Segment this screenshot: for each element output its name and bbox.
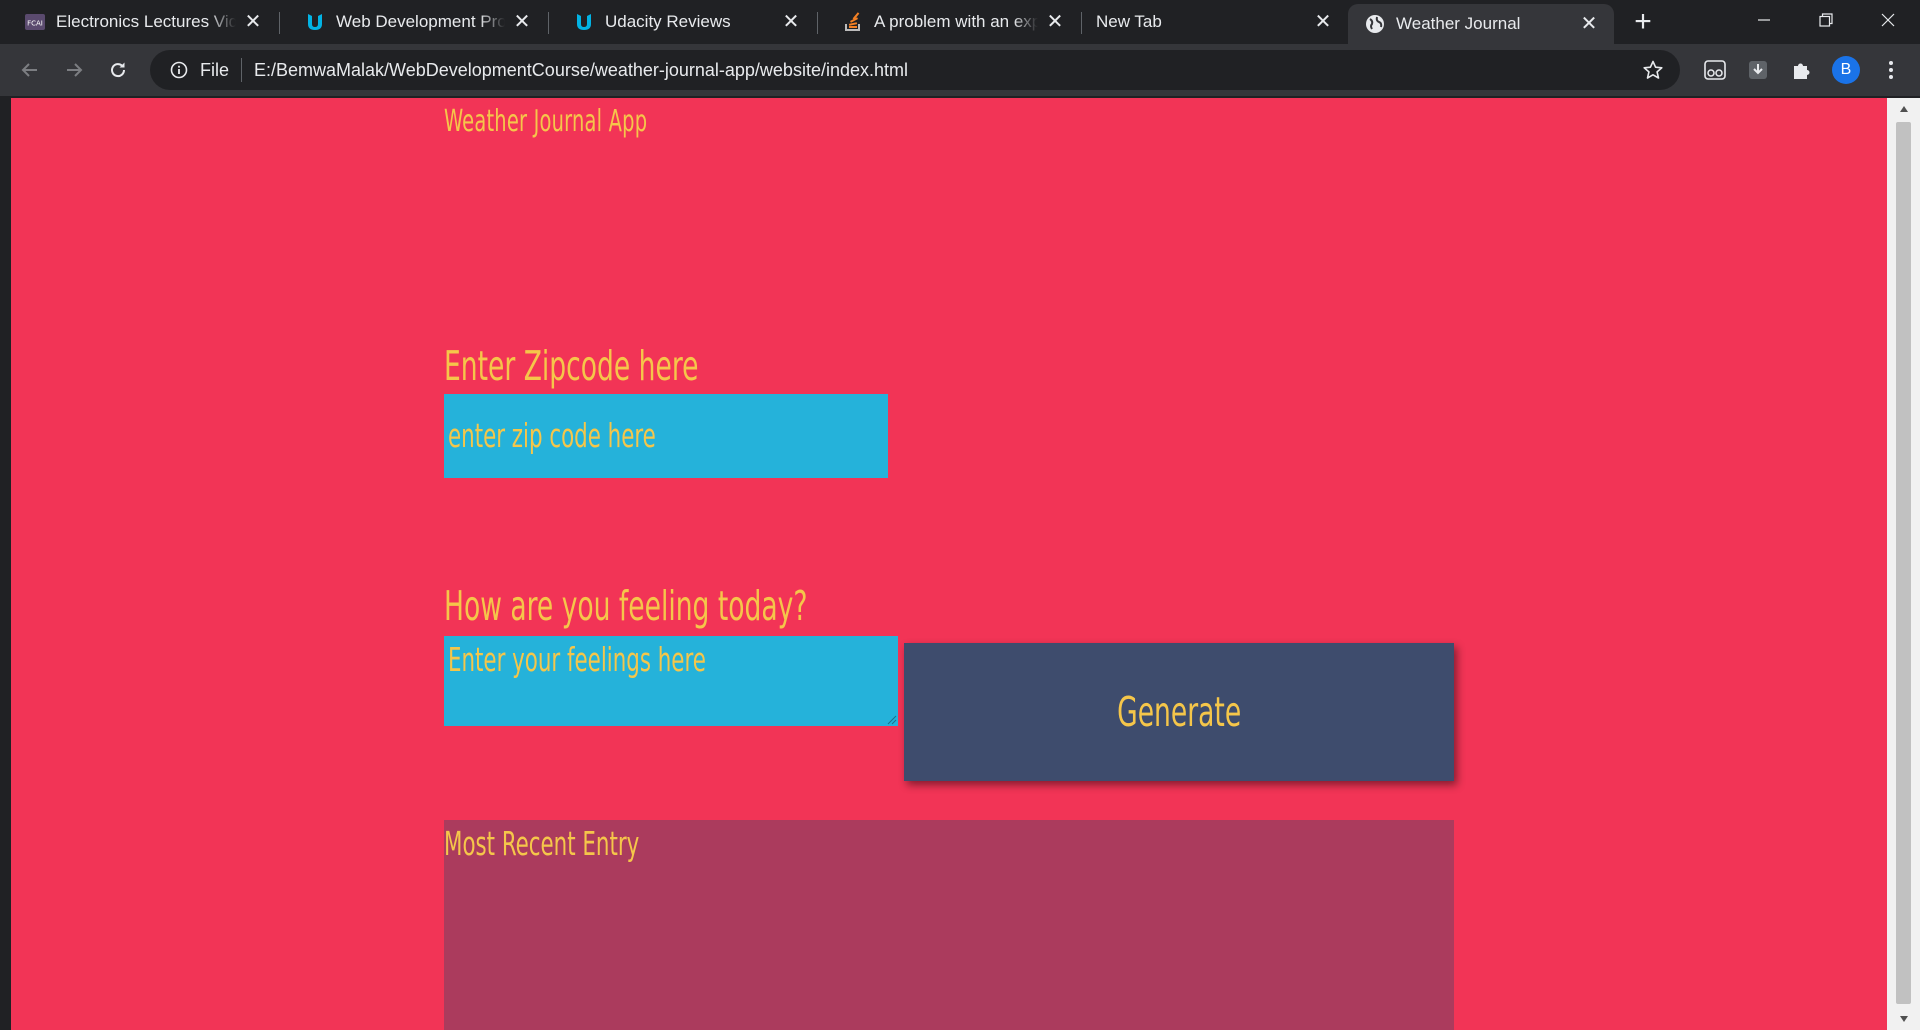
close-window-button[interactable] bbox=[1857, 0, 1919, 40]
scroll-up-button[interactable] bbox=[1887, 98, 1920, 120]
tab-strip: FCAI Electronics Lectures Vide ✕ Web Dev… bbox=[0, 0, 1920, 44]
triangle-down-icon bbox=[1899, 1016, 1908, 1022]
tab-new-tab[interactable]: New Tab ✕ bbox=[1082, 0, 1348, 44]
address-bar[interactable]: File E:/BemwaMalak/WebDevelopmentCourse/… bbox=[150, 50, 1680, 90]
close-icon[interactable]: ✕ bbox=[780, 11, 802, 33]
close-icon bbox=[1881, 13, 1895, 27]
zip-input[interactable] bbox=[444, 394, 888, 478]
restore-button[interactable] bbox=[1795, 0, 1857, 40]
udacity-icon bbox=[304, 11, 326, 33]
tab-electronics-lectures[interactable]: FCAI Electronics Lectures Vide ✕ bbox=[0, 0, 278, 44]
feelings-textarea[interactable] bbox=[444, 636, 898, 726]
tab-title: New Tab bbox=[1096, 12, 1162, 31]
extension-download-button[interactable] bbox=[1742, 54, 1774, 86]
avatar: B bbox=[1832, 56, 1860, 84]
glasses-icon bbox=[1704, 60, 1726, 80]
forward-button[interactable] bbox=[58, 54, 90, 86]
page-title: Weather Journal App bbox=[444, 104, 648, 139]
zip-label: Enter Zipcode here bbox=[444, 342, 699, 390]
restore-icon bbox=[1819, 13, 1833, 27]
minimize-button[interactable] bbox=[1733, 0, 1795, 40]
tab-stackoverflow[interactable]: A problem with an expre ✕ bbox=[818, 0, 1080, 44]
back-arrow-icon bbox=[21, 63, 37, 77]
recent-entry-panel: Most Recent Entry bbox=[444, 820, 1454, 1030]
reload-button[interactable] bbox=[102, 54, 134, 86]
close-icon[interactable]: ✕ bbox=[1312, 11, 1334, 33]
forward-arrow-icon bbox=[67, 63, 83, 77]
kebab-menu-icon bbox=[1889, 61, 1893, 79]
tab-title: Weather Journal bbox=[1396, 14, 1521, 33]
reload-icon bbox=[111, 62, 126, 78]
scheme-label: File bbox=[200, 59, 230, 80]
fcai-icon: FCAI bbox=[24, 11, 46, 33]
close-icon[interactable]: ✕ bbox=[1578, 13, 1600, 35]
stackoverflow-icon bbox=[842, 11, 864, 33]
tab-title: Udacity Reviews bbox=[605, 12, 731, 31]
tab-title: A problem with an expre bbox=[874, 12, 1038, 31]
url-text[interactable]: E:/BemwaMalak/WebDevelopmentCourse/weath… bbox=[254, 60, 908, 81]
info-icon[interactable] bbox=[164, 55, 194, 85]
extensions-button[interactable] bbox=[1786, 54, 1818, 86]
tab-udacity-reviews[interactable]: Udacity Reviews ✕ bbox=[549, 0, 816, 44]
tab-web-development[interactable]: Web Development Profe ✕ bbox=[280, 0, 547, 44]
tab-title: Electronics Lectures Vide bbox=[56, 12, 236, 31]
menu-button[interactable] bbox=[1875, 54, 1907, 86]
triangle-up-icon bbox=[1899, 106, 1908, 112]
new-tab-button[interactable]: + bbox=[1626, 7, 1660, 37]
divider bbox=[241, 58, 243, 82]
scroll-thumb[interactable] bbox=[1896, 122, 1911, 1004]
vertical-scrollbar[interactable] bbox=[1887, 98, 1920, 1030]
svg-text:FCAI: FCAI bbox=[27, 20, 43, 28]
generate-button[interactable]: Generate bbox=[904, 643, 1454, 781]
feelings-label: How are you feeling today? bbox=[444, 582, 808, 630]
recent-entry-title: Most Recent Entry bbox=[444, 824, 640, 863]
profile-button[interactable]: B bbox=[1830, 54, 1862, 86]
close-icon[interactable]: ✕ bbox=[1044, 11, 1066, 33]
back-button[interactable] bbox=[14, 54, 46, 86]
generate-label: Generate bbox=[1116, 688, 1242, 736]
page-viewport: Weather Journal App Enter Zipcode here e… bbox=[11, 98, 1887, 1030]
close-icon[interactable]: ✕ bbox=[242, 11, 264, 33]
close-icon[interactable]: ✕ bbox=[511, 11, 533, 33]
globe-icon bbox=[1364, 13, 1386, 35]
bookmark-star-icon[interactable] bbox=[1640, 57, 1666, 83]
minimize-icon bbox=[1758, 19, 1770, 21]
scroll-down-button[interactable] bbox=[1887, 1008, 1920, 1030]
resize-grip-icon[interactable] bbox=[885, 713, 897, 725]
extension-reader-button[interactable] bbox=[1699, 54, 1731, 86]
puzzle-icon bbox=[1794, 63, 1810, 79]
tab-title: Web Development Profe bbox=[336, 12, 505, 31]
browser-toolbar: File E:/BemwaMalak/WebDevelopmentCourse/… bbox=[0, 44, 1920, 96]
udacity-icon bbox=[573, 11, 595, 33]
tab-weather-journal[interactable]: Weather Journal ✕ bbox=[1348, 4, 1614, 44]
download-icon bbox=[1749, 61, 1767, 79]
